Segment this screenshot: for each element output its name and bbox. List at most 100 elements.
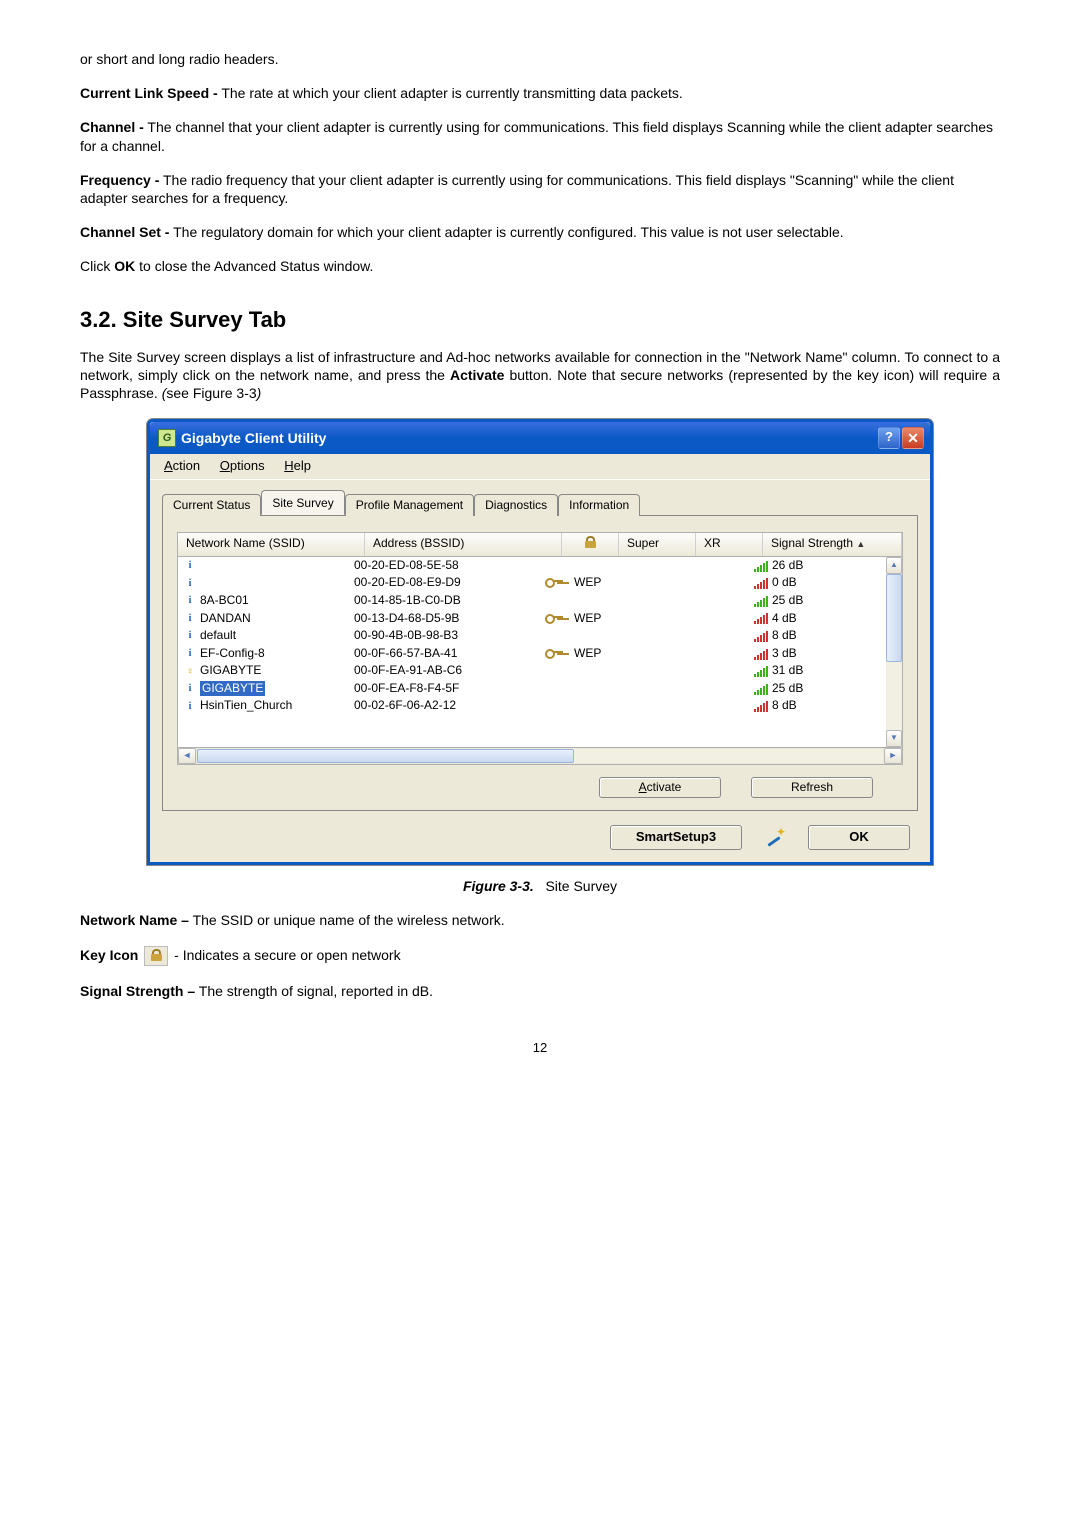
label: Frequency - xyxy=(80,172,159,188)
scroll-up-button[interactable]: ▲ xyxy=(886,557,902,574)
scroll-thumb[interactable] xyxy=(197,749,574,763)
section-heading: 3.2. Site Survey Tab xyxy=(80,306,1000,335)
button-row: Activate Refresh xyxy=(177,777,903,799)
signal-bars-icon xyxy=(754,612,768,624)
window-title: Gigabyte Client Utility xyxy=(181,429,326,447)
scroll-thumb[interactable] xyxy=(886,574,902,662)
network-list[interactable]: i00-20-ED-08-5E-5826 dBi00-20-ED-08-E9-D… xyxy=(177,557,903,748)
lock-icon xyxy=(144,946,168,966)
tab-information[interactable]: Information xyxy=(558,494,640,517)
signal-bars-icon xyxy=(754,648,768,660)
menubar: Action Options Help xyxy=(150,454,930,480)
activate-button[interactable]: Activate xyxy=(599,777,721,799)
signal-value: 3 dB xyxy=(772,646,797,662)
scroll-right-button[interactable]: ► xyxy=(884,748,902,764)
text: Click xyxy=(80,258,114,274)
label: Signal Strength – xyxy=(80,983,195,999)
info-icon: i xyxy=(184,647,196,661)
key-icon xyxy=(545,576,563,586)
tab-site-survey[interactable]: Site Survey xyxy=(261,490,344,516)
tab-current-status[interactable]: Current Status xyxy=(162,494,261,517)
network-row[interactable]: idefault00-90-4B-0B-98-B38 dB xyxy=(178,627,902,645)
app-window: G Gigabyte Client Utility ? ✕ Action Opt… xyxy=(147,419,933,866)
network-row[interactable]: iHsinTien_Church00-02-6F-06-A2-128 dB xyxy=(178,697,902,715)
network-name: 8A-BC01 xyxy=(200,593,249,609)
scroll-down-button[interactable]: ▼ xyxy=(886,730,902,747)
menu-options[interactable]: Options xyxy=(212,456,273,477)
signal-bars-icon xyxy=(754,577,768,589)
ok-button[interactable]: OK xyxy=(808,825,910,850)
tab-panel: Network Name (SSID) Address (BSSID) Supe… xyxy=(162,515,918,811)
signal-cell: 8 dB xyxy=(754,628,902,644)
menu-help[interactable]: Help xyxy=(276,456,319,477)
network-row[interactable]: i00-20-ED-08-5E-5826 dB xyxy=(178,557,902,575)
tab-diagnostics[interactable]: Diagnostics xyxy=(474,494,558,517)
bssid: 00-14-85-1B-C0-DB xyxy=(354,593,534,609)
network-row[interactable]: ♀GIGABYTE00-0F-EA-91-AB-C631 dB xyxy=(178,662,902,680)
list-header: Network Name (SSID) Address (BSSID) Supe… xyxy=(177,532,903,557)
encryption: WEP xyxy=(574,646,644,662)
network-row[interactable]: iDANDAN00-13-D4-68-D5-9BWEP4 dB xyxy=(178,610,902,628)
signal-bars-icon xyxy=(754,630,768,642)
text: see Figure 3-3 xyxy=(166,385,256,401)
figure-caption: Figure 3-3. Site Survey xyxy=(80,877,1000,895)
network-row[interactable]: i 8A-BC01 00-14-85-1B-C0-DB 25 dB xyxy=(178,592,902,610)
vertical-scrollbar[interactable]: ▲ ▼ xyxy=(886,557,902,747)
signal-value: 31 dB xyxy=(772,663,803,679)
col-signal-strength[interactable]: Signal Strength ▲ xyxy=(763,533,902,556)
scroll-track[interactable] xyxy=(197,749,883,763)
label: Activate xyxy=(450,367,504,383)
label: Network Name – xyxy=(80,912,189,928)
titlebar[interactable]: G Gigabyte Client Utility ? ✕ xyxy=(150,422,930,454)
horizontal-scrollbar[interactable]: ◄ ► xyxy=(177,748,903,765)
bottom-button-row: SmartSetup3 OK xyxy=(162,825,918,850)
scroll-left-button[interactable]: ◄ xyxy=(178,748,196,764)
security-cell xyxy=(534,646,574,662)
col-security[interactable] xyxy=(562,533,619,556)
scroll-track[interactable] xyxy=(886,574,902,730)
info-icon: i xyxy=(184,594,196,608)
info-icon: i xyxy=(184,629,196,643)
signal-cell: 26 dB xyxy=(754,558,902,574)
page-number: 12 xyxy=(80,1040,1000,1057)
encryption: WEP xyxy=(574,611,644,627)
network-row[interactable]: iEF-Config-800-0F-66-57-BA-41WEP3 dB xyxy=(178,645,902,663)
info-icon: i xyxy=(184,559,196,573)
bssid: 00-0F-66-57-BA-41 xyxy=(354,646,534,662)
signal-bars-icon xyxy=(754,700,768,712)
network-name: GIGABYTE xyxy=(200,663,261,679)
signal-cell: 3 dB xyxy=(754,646,902,662)
signal-cell: 25 dB xyxy=(754,681,902,697)
col-xr[interactable]: XR xyxy=(696,533,763,556)
paragraph: Network Name – The SSID or unique name o… xyxy=(80,911,1000,929)
signal-value: 4 dB xyxy=(772,611,797,627)
menu-action[interactable]: Action xyxy=(156,456,208,477)
bssid: 00-13-D4-68-D5-9B xyxy=(354,611,534,627)
paragraph: Click OK to close the Advanced Status wi… xyxy=(80,257,1000,275)
signal-cell: 25 dB xyxy=(754,593,902,609)
help-button[interactable]: ? xyxy=(878,427,900,449)
key-icon xyxy=(545,612,563,622)
close-button[interactable]: ✕ xyxy=(902,427,924,449)
tab-profile-management[interactable]: Profile Management xyxy=(345,494,474,517)
network-row[interactable]: iGIGABYTE00-0F-EA-F8-F4-5F25 dB xyxy=(178,680,902,698)
figure-title: Site Survey xyxy=(545,878,617,894)
refresh-button[interactable]: Refresh xyxy=(751,777,873,799)
key-icon xyxy=(545,647,563,657)
network-name: HsinTien_Church xyxy=(200,698,292,714)
text: The SSID or unique name of the wireless … xyxy=(189,912,505,928)
network-name: GIGABYTE xyxy=(200,681,265,697)
paragraph: Signal Strength – The strength of signal… xyxy=(80,982,1000,1000)
text: The strength of signal, reported in dB. xyxy=(195,983,433,999)
paragraph: Channel - The channel that your client a… xyxy=(80,118,1000,154)
col-network-name[interactable]: Network Name (SSID) xyxy=(178,533,365,556)
signal-cell: 8 dB xyxy=(754,698,902,714)
paragraph: or short and long radio headers. xyxy=(80,50,1000,68)
smartsetup-button[interactable]: SmartSetup3 xyxy=(610,825,742,850)
text: - Indicates a secure or open network xyxy=(170,947,400,963)
col-super[interactable]: Super xyxy=(619,533,696,556)
col-address[interactable]: Address (BSSID) xyxy=(365,533,562,556)
network-row[interactable]: i00-20-ED-08-E9-D9WEP0 dB xyxy=(178,574,902,592)
text: to close the Advanced Status window. xyxy=(135,258,373,274)
signal-value: 0 dB xyxy=(772,575,797,591)
